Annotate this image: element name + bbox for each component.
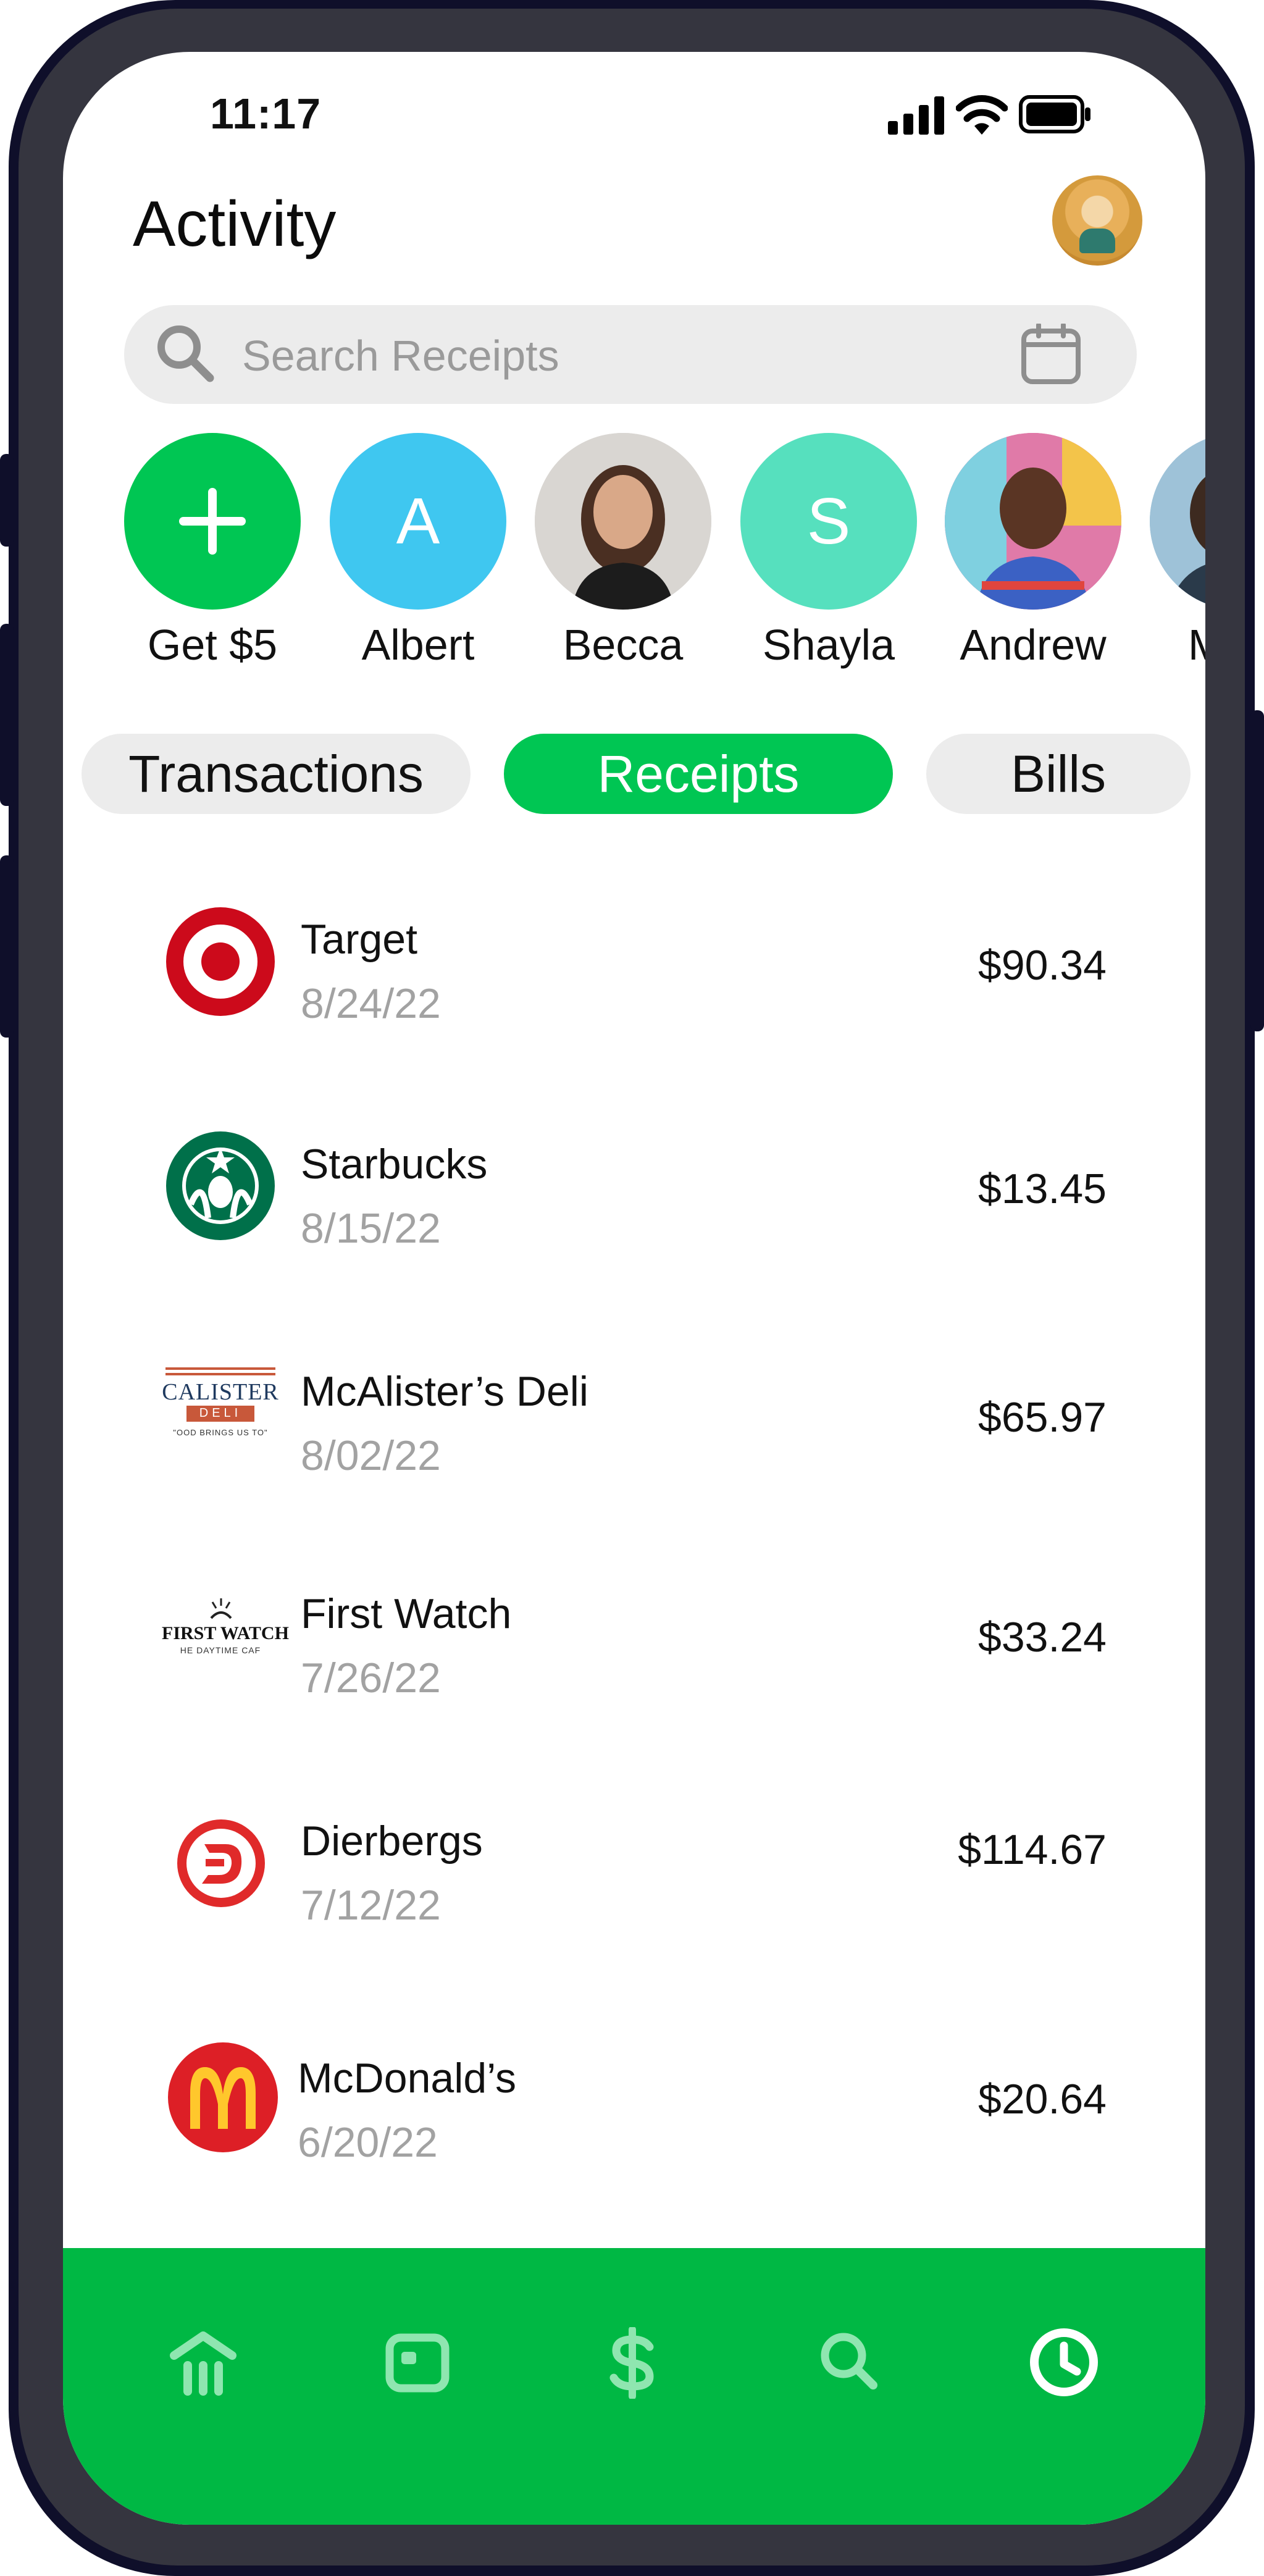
- logo-text: CALISTER: [162, 1379, 279, 1405]
- merchant-name: McAlister’s Deli: [301, 1368, 589, 1415]
- logo-divider: [165, 1367, 275, 1370]
- contact-andrew[interactable]: [945, 433, 1121, 610]
- logo-subtext: DELI: [199, 1406, 242, 1420]
- tab-label: Receipts: [597, 744, 800, 803]
- search-input[interactable]: Search Receipts: [242, 331, 559, 380]
- contact-photo: [945, 433, 1121, 610]
- card-icon[interactable]: [385, 2333, 450, 2393]
- receipt-date: 8/02/22: [301, 1432, 441, 1479]
- wifi-icon: [956, 95, 1008, 135]
- logo-divider: [165, 1373, 275, 1375]
- contact-becca[interactable]: [535, 433, 711, 610]
- side-button: [0, 624, 14, 806]
- receipt-amount: $13.45: [978, 1165, 1107, 1212]
- search-icon: [157, 325, 214, 382]
- plus-icon: [179, 488, 246, 555]
- logo-tagline: HE DAYTIME CAF: [180, 1645, 261, 1655]
- battery-icon: [1019, 95, 1090, 133]
- dollar-icon[interactable]: [606, 2327, 658, 2399]
- receipt-date: 7/26/22: [301, 1655, 441, 1701]
- home-icon[interactable]: [169, 2331, 237, 2399]
- receipt-amount: $90.34: [978, 942, 1107, 989]
- contact-albert[interactable]: A: [330, 433, 506, 610]
- receipt-amount: $114.67: [958, 1826, 1107, 1873]
- app-screen: 11:17 Activity Search Receipts Get $5 A …: [63, 52, 1205, 2525]
- merchant-name: Dierbergs: [301, 1818, 483, 1865]
- page-title: Activity: [133, 188, 337, 260]
- signal-icon: [888, 96, 944, 135]
- contact-label: Becca: [563, 621, 684, 669]
- merchant-name: McDonald’s: [298, 2055, 517, 2102]
- first-watch-logo: FIRST WATCH HE DAYTIME CAF: [162, 1596, 289, 1664]
- clock-icon[interactable]: [1029, 2327, 1099, 2398]
- logo-text: FIRST WATCH: [162, 1623, 289, 1643]
- calendar-icon[interactable]: [1020, 324, 1082, 385]
- target-logo: [166, 907, 275, 1016]
- contact-shayla[interactable]: S: [740, 433, 917, 610]
- status-time: 11:17: [210, 90, 322, 138]
- receipt-amount: $20.64: [978, 2076, 1107, 2123]
- receipt-date: 8/24/22: [301, 980, 441, 1027]
- receipt-date: 7/12/22: [301, 1882, 441, 1929]
- starbucks-logo: [166, 1131, 275, 1240]
- side-button: [0, 454, 14, 547]
- contact-label: M: [1188, 620, 1205, 669]
- search-icon[interactable]: [818, 2330, 879, 2391]
- contact-m[interactable]: [1150, 433, 1205, 610]
- receipt-amount: $65.97: [978, 1394, 1107, 1441]
- merchant-name: Target: [301, 916, 417, 963]
- contact-label: Get $5: [147, 621, 278, 669]
- tab-label: Transactions: [128, 744, 424, 803]
- contact-label: Andrew: [960, 621, 1107, 669]
- contact-photo: [1150, 433, 1205, 610]
- logo-tagline: "OOD BRINGS US TO": [173, 1428, 268, 1437]
- merchant-name: Starbucks: [301, 1141, 488, 1188]
- bottom-nav: [63, 2248, 1205, 2525]
- contact-get5[interactable]: [124, 433, 301, 610]
- side-button: [0, 855, 14, 1038]
- mcdonalds-logo: [168, 2042, 278, 2152]
- contact-label: Shayla: [762, 621, 895, 669]
- tab-bills[interactable]: Bills: [926, 734, 1191, 814]
- receipt-date: 6/20/22: [298, 2119, 438, 2166]
- tab-receipts[interactable]: Receipts: [504, 734, 893, 814]
- receipt-row[interactable]: [143, 1794, 1125, 1979]
- receipt-amount: $33.24: [978, 1614, 1107, 1661]
- dierbergs-logo: [177, 1819, 265, 1907]
- merchant-name: First Watch: [301, 1590, 512, 1637]
- mcalisters-logo: CALISTER DELI "OOD BRINGS US TO": [162, 1367, 279, 1448]
- contact-initial: A: [396, 484, 440, 558]
- sun-icon: [210, 1598, 232, 1619]
- tab-transactions[interactable]: Transactions: [82, 734, 471, 814]
- receipt-date: 8/15/22: [301, 1205, 441, 1252]
- contact-label: Albert: [361, 621, 475, 669]
- tab-label: Bills: [1010, 744, 1106, 803]
- profile-avatar[interactable]: [1052, 175, 1142, 266]
- contact-initial: S: [806, 484, 851, 558]
- contact-photo: [535, 433, 711, 610]
- side-button: [1250, 710, 1264, 1031]
